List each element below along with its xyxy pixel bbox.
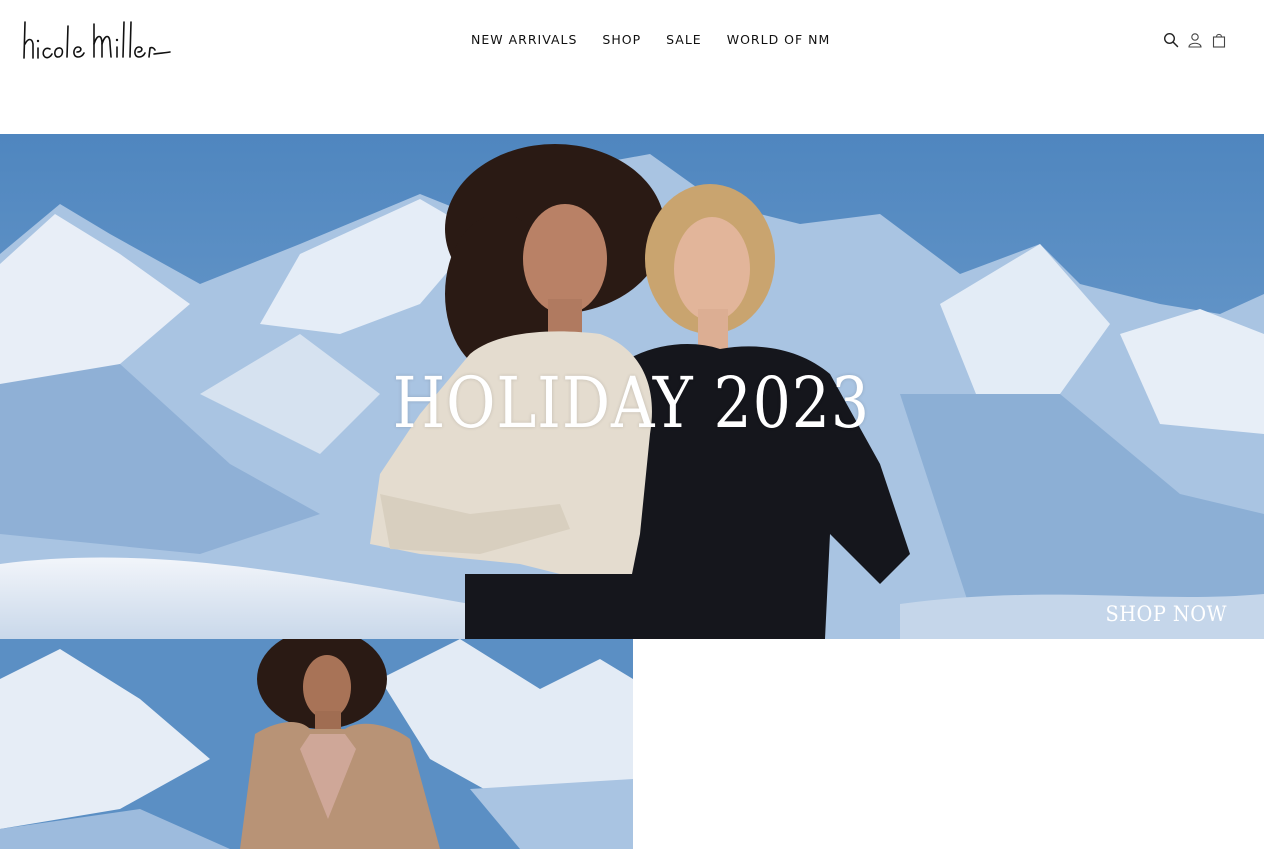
main-nav: NEW ARRIVALS SHOP SALE WORLD OF NM [471, 32, 830, 47]
nicole-miller-signature-logo [23, 21, 171, 59]
hero-title: HOLIDAY 2023 [392, 362, 871, 444]
header-icons [1163, 31, 1227, 49]
search-icon[interactable] [1163, 31, 1179, 49]
promo-tile-sequin-jacket[interactable] [0, 639, 633, 849]
account-icon[interactable] [1187, 31, 1203, 49]
nav-shop[interactable]: SHOP [602, 32, 641, 47]
shop-now-link[interactable]: SHOP NOW [1106, 602, 1227, 626]
site-header: NEW ARRIVALS SHOP SALE WORLD OF NM [0, 0, 1264, 134]
promo-tile-image [0, 639, 633, 849]
nav-new-arrivals[interactable]: NEW ARRIVALS [471, 32, 577, 47]
bag-icon[interactable] [1211, 31, 1227, 49]
hero-banner[interactable]: HOLIDAY 2023 SHOP NOW [0, 134, 1264, 639]
brand-logo[interactable] [22, 14, 172, 64]
nav-sale[interactable]: SALE [666, 32, 702, 47]
nav-world-of-nm[interactable]: WORLD OF NM [727, 32, 831, 47]
empty-tile-area [633, 639, 1264, 849]
